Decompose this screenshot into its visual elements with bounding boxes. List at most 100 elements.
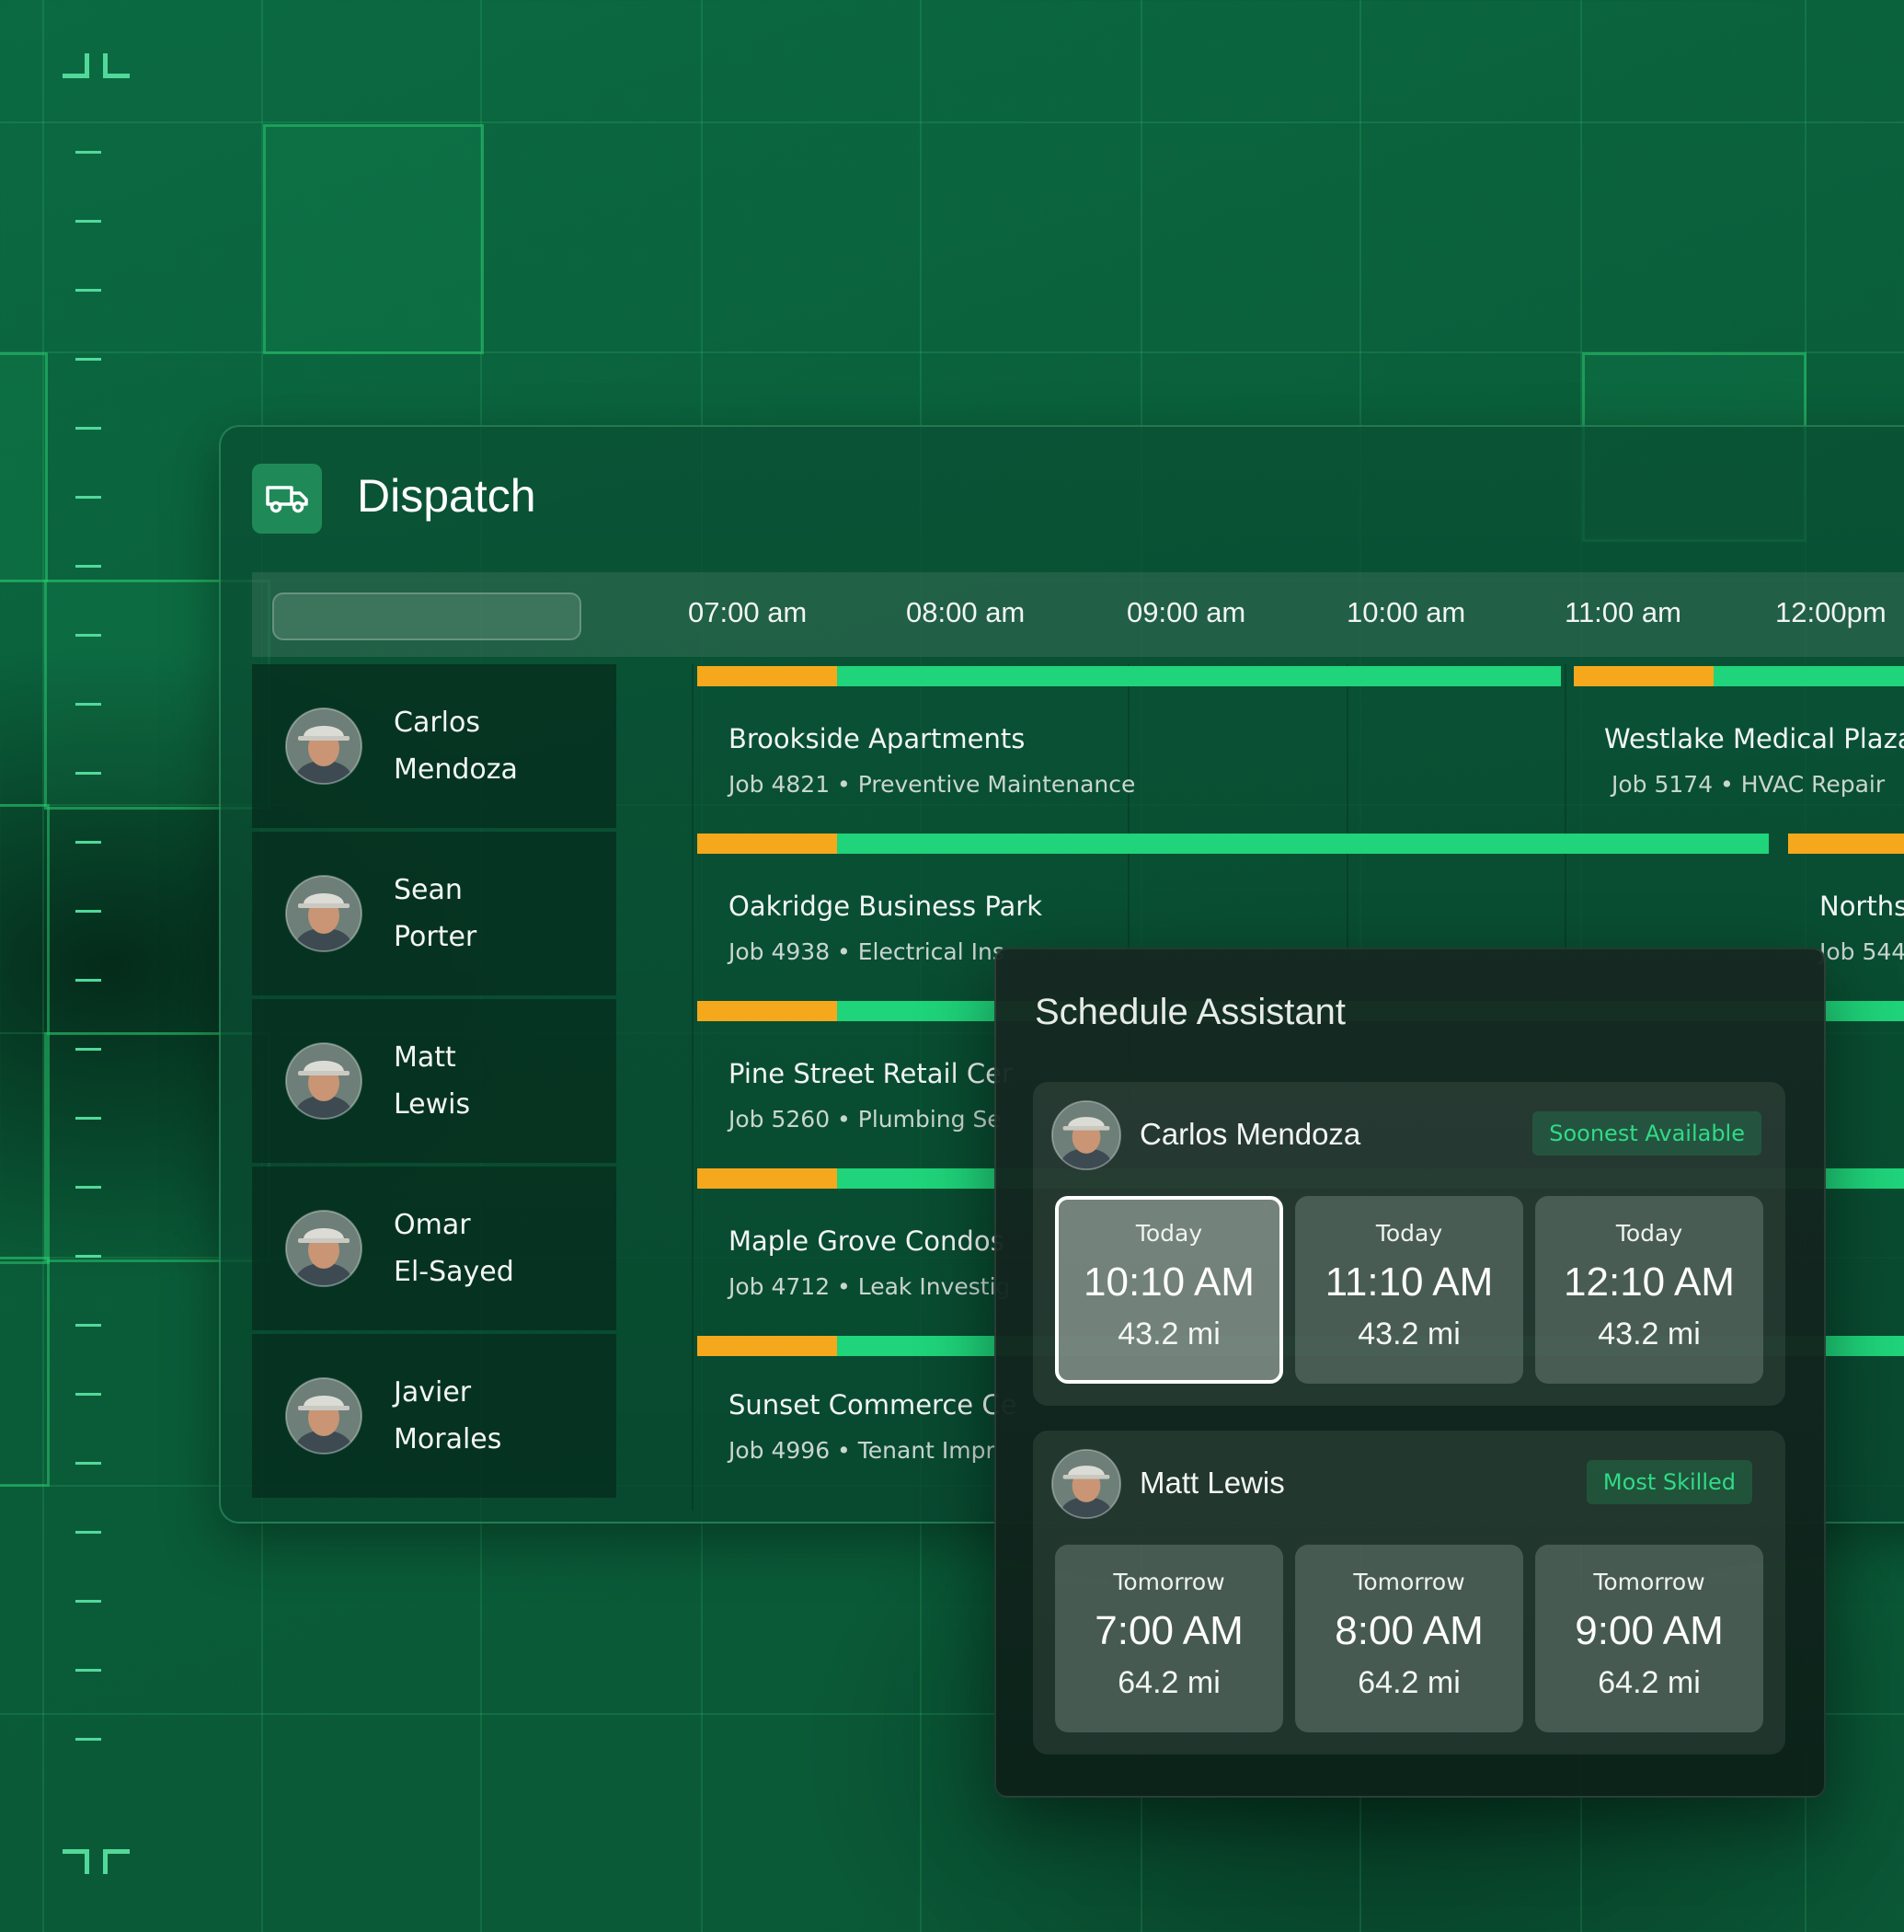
corner-mark — [103, 1849, 130, 1874]
avatar — [285, 1377, 362, 1455]
ruler-tick — [75, 1531, 101, 1534]
avatar — [285, 875, 362, 952]
avatar — [285, 1210, 362, 1287]
technician-list: Carlos Mendoza Sean Porter Matt Lewis Om… — [252, 664, 616, 1501]
recommendation-card: Carlos Mendoza Soonest Available Today 1… — [1033, 1082, 1785, 1406]
time-label: 07:00 am — [688, 596, 808, 628]
job-subtitle: Job 4996 • Tenant Impr — [728, 1437, 995, 1464]
slot-time: 11:10 AM — [1325, 1259, 1494, 1305]
technician-row[interactable]: Javier Morales — [252, 1334, 616, 1498]
job-block[interactable]: Maple Grove Condos Job 4712 • Leak Inves… — [728, 1225, 1010, 1300]
recommendation-card: Matt Lewis Most Skilled Tomorrow 7:00 AM… — [1033, 1431, 1785, 1754]
ruler-tick — [75, 772, 101, 775]
technician-name: Carlos Mendoza — [394, 707, 518, 786]
job-duration-bar — [1574, 666, 1904, 686]
slot-day: Today — [1615, 1220, 1683, 1247]
time-slot-option[interactable]: Tomorrow 9:00 AM 64.2 mi — [1535, 1545, 1763, 1732]
job-block[interactable]: Brookside Apartments Job 4821 • Preventi… — [728, 723, 1135, 798]
technician-name: Omar El-Sayed — [394, 1209, 514, 1288]
time-slot-option[interactable]: Tomorrow 8:00 AM 64.2 mi — [1295, 1545, 1523, 1732]
slot-time: 9:00 AM — [1575, 1608, 1724, 1653]
ruler-tick — [75, 910, 101, 913]
status-badge: Most Skilled — [1586, 1460, 1752, 1504]
time-slot-option[interactable]: Today 10:10 AM 43.2 mi — [1055, 1196, 1283, 1384]
ruler-tick — [75, 358, 101, 361]
grid-highlight-box — [263, 124, 484, 354]
technician-row[interactable]: Omar El-Sayed — [252, 1167, 616, 1330]
job-duration-bar — [1788, 834, 1904, 854]
ruler-tick — [75, 1048, 101, 1051]
panel-title: Schedule Assistant — [1035, 992, 1346, 1032]
job-title: Norths — [1819, 891, 1904, 922]
job-title: Pine Street Retail Cer — [728, 1058, 1013, 1089]
ruler-tick — [75, 841, 101, 844]
slot-distance: 64.2 mi — [1118, 1665, 1221, 1700]
time-label: 08:00 am — [906, 596, 1026, 628]
slot-day: Today — [1135, 1220, 1203, 1247]
technician-name: Sean Porter — [394, 874, 477, 953]
time-label: 09:00 am — [1127, 596, 1246, 628]
search-input[interactable] — [272, 592, 581, 640]
ruler-tick — [75, 496, 101, 499]
job-title: Maple Grove Condos — [728, 1225, 1004, 1257]
schedule-assistant-panel: Schedule Assistant Carlos Mendoza Soones… — [994, 948, 1826, 1798]
technician-name: Javier Morales — [394, 1376, 502, 1455]
corner-mark — [103, 53, 130, 78]
time-label: 12:00pm — [1775, 596, 1887, 628]
ruler-tick — [75, 289, 101, 292]
grid-highlight-box — [0, 1257, 50, 1487]
job-subtitle: Job 4821 • Preventive Maintenance — [728, 771, 1136, 798]
job-block[interactable]: Sunset Commerce Ce Job 4996 • Tenant Imp… — [728, 1389, 1016, 1464]
status-badge: Soonest Available — [1532, 1111, 1761, 1156]
ruler-tick — [75, 427, 101, 430]
ruler-tick — [75, 1600, 101, 1603]
slot-time: 8:00 AM — [1335, 1608, 1484, 1653]
slot-distance: 43.2 mi — [1358, 1317, 1461, 1351]
job-subtitle: Job 5260 • Plumbing Se — [728, 1106, 1002, 1133]
technician-name: Carlos Mendoza — [1140, 1117, 1361, 1151]
grid-highlight-box — [0, 352, 48, 582]
job-block[interactable]: Pine Street Retail Cer Job 5260 • Plumbi… — [728, 1058, 1013, 1133]
corner-mark — [63, 1849, 89, 1874]
job-duration-bar — [697, 834, 1769, 854]
slot-time: 12:10 AM — [1564, 1259, 1735, 1305]
grid-highlight-box — [0, 804, 50, 1264]
ruler-tick — [75, 1186, 101, 1189]
ruler-tick — [75, 565, 101, 568]
time-label: 10:00 am — [1347, 596, 1466, 628]
ruler-tick — [75, 1669, 101, 1672]
technician-name: Matt Lewis — [394, 1041, 471, 1121]
ruler-tick — [75, 220, 101, 223]
ruler-tick — [75, 1117, 101, 1120]
ruler-tick — [75, 703, 101, 706]
job-title: Brookside Apartments — [728, 723, 1026, 754]
technician-row[interactable]: Sean Porter — [252, 832, 616, 995]
slot-time: 10:10 AM — [1084, 1259, 1255, 1305]
avatar — [1051, 1449, 1121, 1519]
ruler-tick — [75, 979, 101, 982]
truck-icon — [252, 464, 322, 534]
time-slot-option[interactable]: Tomorrow 7:00 AM 64.2 mi — [1055, 1545, 1283, 1732]
ruler-tick — [75, 1324, 101, 1327]
job-subtitle: Job 544 — [1819, 938, 1904, 965]
corner-mark — [63, 53, 89, 78]
technician-name: Matt Lewis — [1140, 1466, 1285, 1500]
ruler-tick — [75, 1255, 101, 1258]
slot-distance: 64.2 mi — [1358, 1665, 1461, 1700]
slot-day: Tomorrow — [1113, 1569, 1225, 1595]
ruler-tick — [75, 1462, 101, 1465]
job-block[interactable]: Westlake Medical Plaza Job 5174 • HVAC R… — [1604, 723, 1904, 798]
avatar — [285, 1042, 362, 1120]
schedule-row: Brookside Apartments Job 4821 • Preventi… — [697, 664, 1904, 828]
technician-row[interactable]: Matt Lewis — [252, 999, 616, 1163]
slot-time: 7:00 AM — [1095, 1608, 1244, 1653]
job-title: Oakridge Business Park — [728, 891, 1043, 922]
time-slot-option[interactable]: Today 12:10 AM 43.2 mi — [1535, 1196, 1763, 1384]
time-slot-option[interactable]: Today 11:10 AM 43.2 mi — [1295, 1196, 1523, 1384]
page-title: Dispatch — [357, 470, 536, 522]
ruler-tick — [75, 151, 101, 154]
technician-row[interactable]: Carlos Mendoza — [252, 664, 616, 828]
job-title: Sunset Commerce Ce — [728, 1389, 1017, 1420]
job-block[interactable]: Norths Job 544 — [1819, 891, 1904, 965]
slot-distance: 64.2 mi — [1598, 1665, 1701, 1700]
